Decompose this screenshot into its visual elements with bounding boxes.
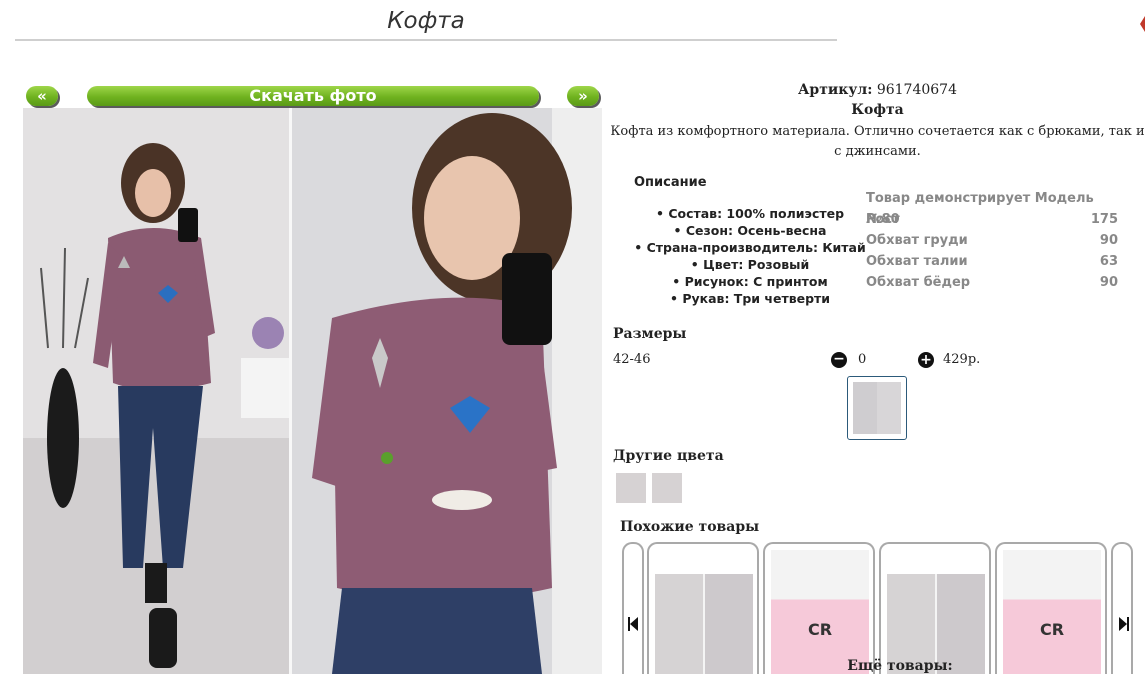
model-row-value: 63 — [1099, 254, 1118, 269]
other-colors-heading: Другие цвета — [613, 448, 724, 464]
product-photo[interactable] — [23, 108, 602, 674]
model-row-label: Обхват талии — [866, 254, 968, 269]
attribute-item: Состав: 100% полиэстер — [610, 205, 890, 222]
similar-products-heading: Похожие товары — [620, 519, 760, 535]
arrow-left-icon — [630, 617, 638, 631]
similar-prev-button[interactable] — [622, 542, 644, 674]
model-row-label: Рост — [866, 212, 900, 227]
similar-product-card[interactable] — [647, 542, 759, 674]
shirt-print-text: CR — [807, 620, 833, 639]
size-label: 42-46 — [613, 352, 651, 367]
model-row: Рост 175 — [866, 209, 1118, 230]
attribute-item: Цвет: Розовый — [610, 256, 890, 273]
model-measurements: Товар демонстрирует Модель №80 Рост 175 … — [866, 188, 1118, 293]
model-row-label: Обхват бёдер — [866, 275, 971, 290]
model-row: Обхват груди 90 — [866, 230, 1118, 251]
page-title: Кофта — [387, 8, 465, 34]
similar-product-card[interactable]: CR — [763, 542, 875, 674]
color-thumbnail[interactable] — [616, 473, 646, 503]
product-description: Кофта из комфортного материала. Отлично … — [610, 124, 1145, 159]
attribute-list: Состав: 100% полиэстер Сезон: Осень-весн… — [610, 205, 890, 307]
title-divider — [15, 39, 837, 41]
shirt-print-text: CR — [1039, 620, 1065, 639]
sku-value: 961740674 — [876, 82, 957, 98]
photo-full-length — [23, 108, 289, 674]
model-row: Обхват бёдер 90 — [866, 272, 1118, 293]
attribute-item: Страна-производитель: Китай — [610, 239, 890, 256]
size-thumbnail[interactable] — [847, 376, 907, 440]
sku-line: Артикул: 961740674 — [610, 82, 1145, 98]
arrow-right-icon — [1119, 617, 1127, 631]
increase-quantity-button[interactable]: + — [918, 352, 934, 368]
model-row-value: 90 — [1099, 233, 1118, 248]
attribute-item: Рукав: Три четверти — [610, 290, 890, 307]
description-heading: Описание — [634, 175, 707, 190]
close-icon[interactable] — [1138, 14, 1145, 34]
attribute-item: Рисунок: С принтом — [610, 273, 890, 290]
similar-next-button[interactable] — [1111, 542, 1133, 674]
size-price: 429р. — [943, 352, 981, 367]
attribute-item: Сезон: Осень-весна — [610, 222, 890, 239]
similar-product-card[interactable]: CR — [995, 542, 1107, 674]
photo-close-up — [292, 108, 602, 674]
quantity-value: 0 — [858, 352, 867, 367]
model-row: Обхват талии 63 — [866, 251, 1118, 272]
product-name: Кофта — [851, 102, 904, 118]
sku-label: Артикул: — [798, 82, 873, 98]
sizes-heading: Размеры — [613, 326, 687, 342]
prev-photo-button[interactable]: « — [26, 86, 58, 106]
similar-product-image: CR — [771, 550, 869, 674]
similar-product-image: CR — [1003, 550, 1101, 674]
skip-forward-icon — [1127, 617, 1129, 631]
model-heading: Товар демонстрирует Модель №80 — [866, 191, 1094, 227]
model-row-label: Обхват груди — [866, 233, 968, 248]
model-row-value: 175 — [1090, 212, 1118, 227]
model-row-value: 90 — [1099, 275, 1118, 290]
more-products-label[interactable]: Ещё товары: — [610, 658, 1145, 674]
color-thumbnail[interactable] — [652, 473, 682, 503]
next-photo-button[interactable]: » — [567, 86, 599, 106]
download-photo-button[interactable]: Скачать фото — [87, 86, 539, 106]
similar-product-card[interactable] — [879, 542, 991, 674]
decrease-quantity-button[interactable]: − — [831, 352, 847, 368]
